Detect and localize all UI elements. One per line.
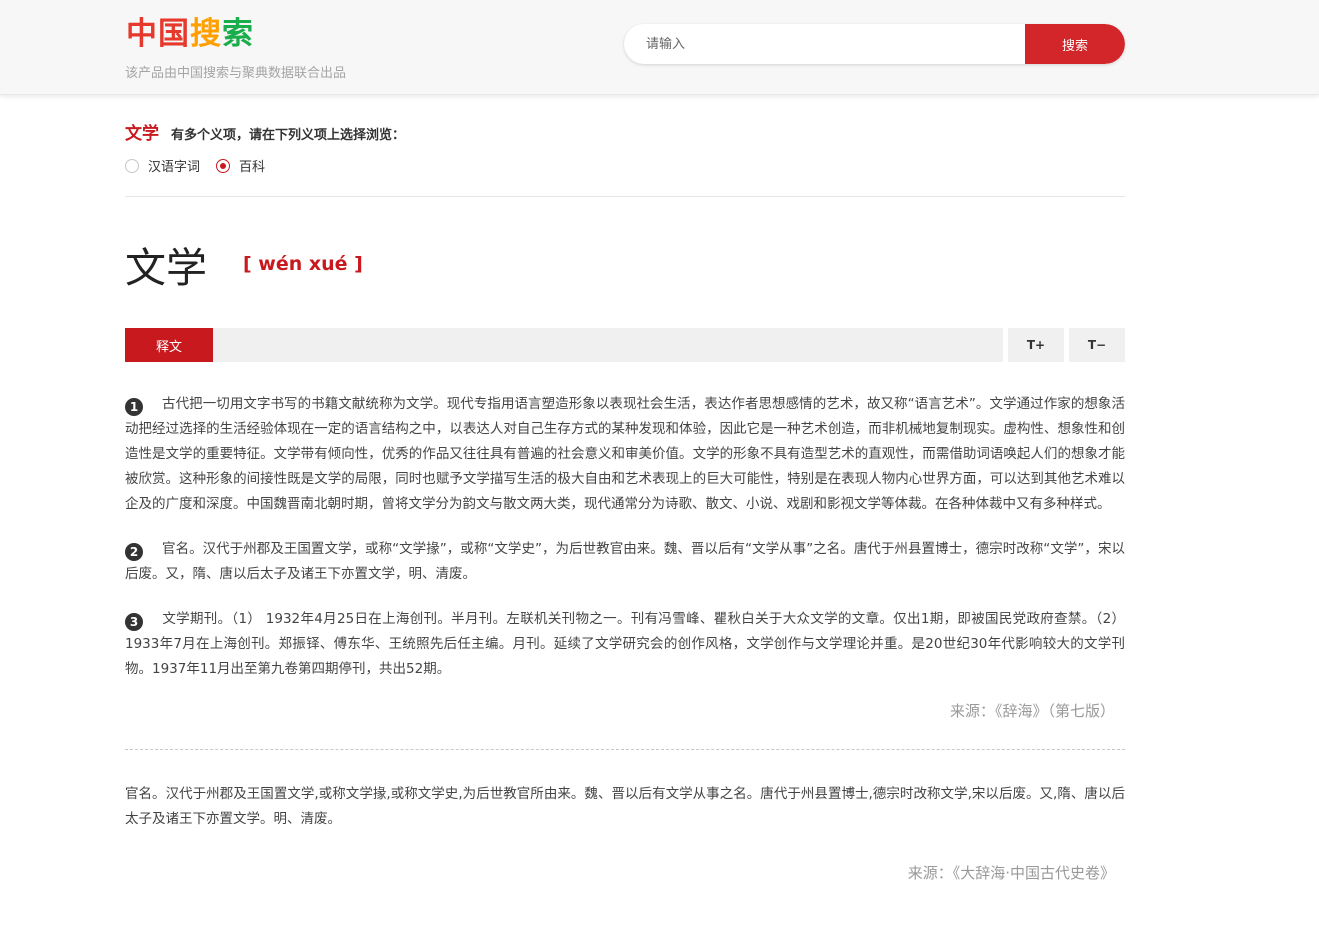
sense-option-label: 汉语字词 xyxy=(148,160,201,175)
sense-options: 汉语字词 百科 xyxy=(125,156,1125,175)
definition-item: 3 文学期刊。（1） 1932年4月25日在上海创刊。半月刊。左联机关刊物之一。刊… xyxy=(125,607,1125,682)
search-input[interactable] xyxy=(624,24,1024,64)
headword: 文学 xyxy=(125,244,207,292)
sense-option-hanyu[interactable]: 汉语字词 xyxy=(125,156,200,175)
sense-option-label: 百科 xyxy=(239,160,266,175)
font-decrease-button[interactable]: T− xyxy=(1069,328,1125,362)
definition-number-badge: 2 xyxy=(125,543,143,561)
sense-hint: 有多个义项，请在下列义项上选择浏览： xyxy=(171,128,406,143)
logo-part-2: 搜 xyxy=(190,16,222,52)
definition-number-badge: 1 xyxy=(125,398,143,416)
font-increase-button[interactable]: T+ xyxy=(1008,328,1064,362)
main-content: 文学 有多个义项，请在下列义项上选择浏览： 汉语字词 百科 文学 [ wén x… xyxy=(125,94,1125,883)
sense-selector-line: 文学 有多个义项，请在下列义项上选择浏览： xyxy=(125,119,1125,144)
definition-extra: 官名。汉代于州郡及王国置文学,或称文学掾,或称文学史,为后世教官所由来。魏、晋以… xyxy=(125,786,1125,827)
logo-part-3: 索 xyxy=(222,16,254,52)
sense-word: 文学 xyxy=(125,124,159,144)
definition-item: 1 古代把一切用文字书写的书籍文献统称为文学。现代专指用语言塑造形象以表现社会生活… xyxy=(125,392,1125,517)
sense-option-baike[interactable]: 百科 xyxy=(216,156,265,175)
site-logo[interactable]: 中国搜索 xyxy=(126,14,254,54)
source-citation: 来源：《辞海》（第七版） xyxy=(949,702,1115,720)
pinyin: [ wén xué ] xyxy=(243,253,363,275)
site-tagline: 该产品由中国搜索与聚典数据联合出品 xyxy=(125,66,347,81)
entry-title: 文学 [ wén xué ] xyxy=(125,239,1125,292)
radio-checked-icon[interactable] xyxy=(216,158,231,173)
tab-definition[interactable]: 释文 xyxy=(125,328,213,362)
definition-text: 古代把一切用文字书写的书籍文献统称为文学。现代专指用语言塑造形象以表现社会生活，… xyxy=(125,396,1125,512)
page-header: 中国搜索 该产品由中国搜索与聚典数据联合出品 搜索 xyxy=(0,0,1319,95)
tab-bar: 释文 T+ T− xyxy=(125,328,1125,362)
definitions-list: 1 古代把一切用文字书写的书籍文献统称为文学。现代专指用语言塑造形象以表现社会生活… xyxy=(125,392,1125,682)
definition-text: 官名。汉代于州郡及王国置文学，或称“文学掾”，或称“文学史”，为后世教官由来。魏… xyxy=(125,541,1125,582)
dashed-divider xyxy=(125,749,1125,750)
definition-number-badge: 3 xyxy=(125,613,143,631)
definition-item: 2 官名。汉代于州郡及王国置文学，或称“文学掾”，或称“文学史”，为后世教官由来。… xyxy=(125,537,1125,587)
logo-part-1: 中国 xyxy=(126,16,190,52)
definition-text: 文学期刊。（1） 1932年4月25日在上海创刊。半月刊。左联机关刊物之一。刊有… xyxy=(125,611,1125,677)
divider xyxy=(125,196,1125,197)
radio-unchecked-icon[interactable] xyxy=(125,158,139,173)
source-citation: 来源：《大辞海·中国古代史卷》 xyxy=(907,864,1115,882)
search-box: 搜索 xyxy=(624,24,1125,64)
search-button[interactable]: 搜索 xyxy=(1025,24,1125,64)
